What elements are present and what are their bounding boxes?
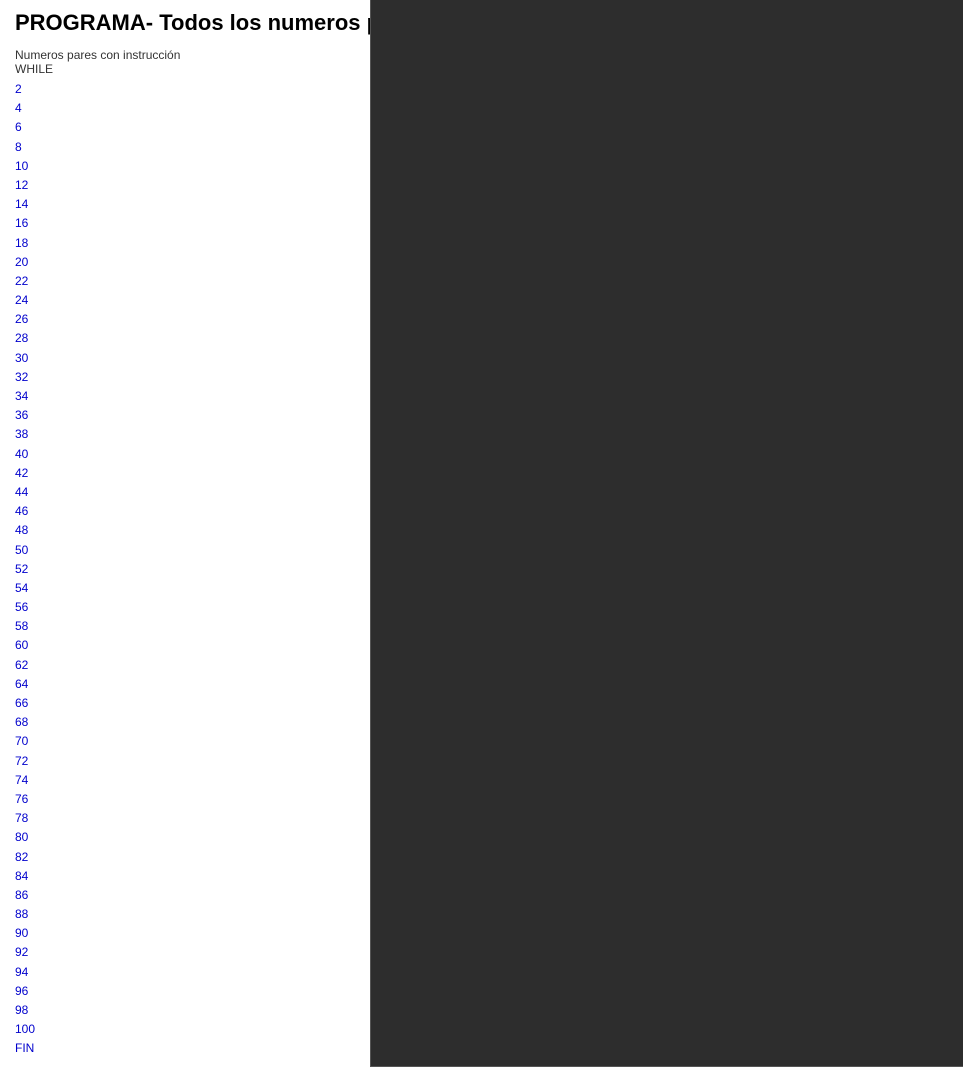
output-50: 50 <box>15 541 190 560</box>
output-48: 48 <box>15 521 190 540</box>
output-24: 24 <box>15 291 190 310</box>
output-78: 78 <box>15 809 190 828</box>
output-2: 2 <box>15 80 190 99</box>
output-36: 36 <box>15 406 190 425</box>
output-70: 70 <box>15 732 190 751</box>
output-80: 80 <box>15 828 190 847</box>
output-38: 38 <box>15 425 190 444</box>
output-4: 4 <box>15 99 190 118</box>
output-26: 26 <box>15 310 190 329</box>
output-100: 100 <box>15 1020 190 1039</box>
output-6: 6 <box>15 118 190 137</box>
output-28: 28 <box>15 329 190 348</box>
output-14: 14 <box>15 195 190 214</box>
output-54: 54 <box>15 579 190 598</box>
output-98: 98 <box>15 1001 190 1020</box>
subtitle: Numeros pares con instrucción WHILE <box>15 48 190 76</box>
output-88: 88 <box>15 905 190 924</box>
output-82: 82 <box>15 848 190 867</box>
output-22: 22 <box>15 272 190 291</box>
sublime-window: D:\Usuario\Desktop\Lógica de Programació… <box>370 0 963 1067</box>
output-76: 76 <box>15 790 190 809</box>
output-18: 18 <box>15 234 190 253</box>
output-46: 46 <box>15 502 190 521</box>
output-10: 10 <box>15 157 190 176</box>
output-68: 68 <box>15 713 190 732</box>
output-16: 16 <box>15 214 190 233</box>
output-20: 20 <box>15 253 190 272</box>
output-52: 52 <box>15 560 190 579</box>
output-40: 40 <box>15 445 190 464</box>
output-34: 34 <box>15 387 190 406</box>
output-12: 12 <box>15 176 190 195</box>
output-74: 74 <box>15 771 190 790</box>
output-30: 30 <box>15 349 190 368</box>
output-32: 32 <box>15 368 190 387</box>
output-56: 56 <box>15 598 190 617</box>
output-8: 8 <box>15 138 190 157</box>
output-72: 72 <box>15 752 190 771</box>
output-58: 58 <box>15 617 190 636</box>
output-62: 62 <box>15 656 190 675</box>
output-60: 60 <box>15 636 190 655</box>
output-94: 94 <box>15 963 190 982</box>
output-44: 44 <box>15 483 190 502</box>
output-numbers: 2 4 6 8 10 12 14 16 18 20 22 24 26 28 30… <box>15 80 190 1059</box>
output-42: 42 <box>15 464 190 483</box>
output-86: 86 <box>15 886 190 905</box>
output-96: 96 <box>15 982 190 1001</box>
output-92: 92 <box>15 943 190 962</box>
output-84: 84 <box>15 867 190 886</box>
output-64: 64 <box>15 675 190 694</box>
output-66: 66 <box>15 694 190 713</box>
output-fin: FIN <box>15 1039 190 1058</box>
